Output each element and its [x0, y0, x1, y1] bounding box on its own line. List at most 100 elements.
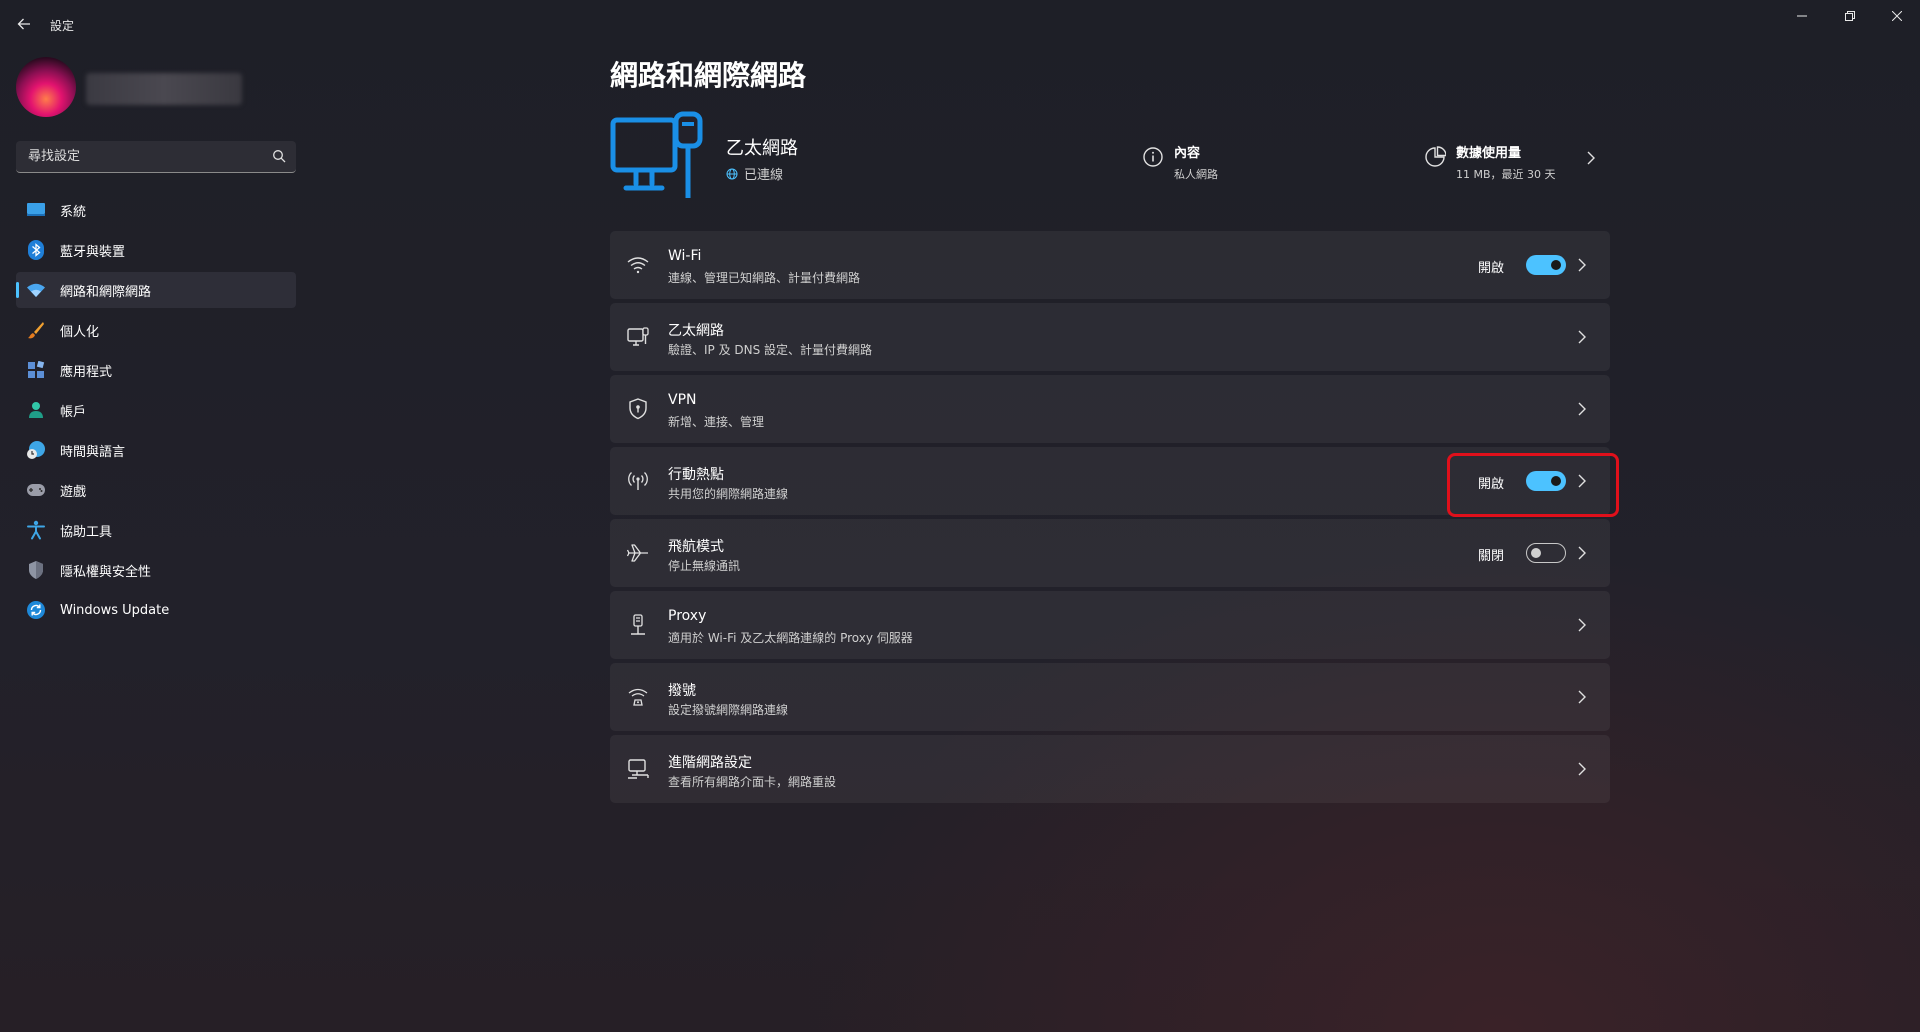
proxy-icon [631, 614, 645, 635]
shield-icon [26, 560, 46, 580]
sidebar-item-privacy-security[interactable]: 隱私權與安全性 [16, 552, 296, 588]
setting-row-advanced-network[interactable]: 進階網路設定 查看所有網路介面卡，網路重設 [610, 735, 1610, 803]
sidebar-item-label: 帳戶 [60, 404, 87, 420]
sidebar-item-label: 遊戲 [60, 484, 87, 500]
network-icon [26, 280, 46, 300]
sidebar-item-time-language[interactable]: 時間與語言 [16, 432, 296, 468]
chevron-right-icon[interactable] [1574, 327, 1590, 347]
setting-row-ethernet[interactable]: 乙太網路 驗證、IP 及 DNS 設定、計量付費網路 [610, 303, 1610, 371]
chevron-right-icon[interactable] [1574, 687, 1590, 707]
row-subtitle: 適用於 Wi-Fi 及乙太網路連線的 Proxy 伺服器 [668, 631, 913, 645]
data-usage-title: 數據使用量 [1456, 146, 1522, 161]
sidebar-item-apps[interactable]: 應用程式 [16, 352, 296, 388]
data-usage-icon [1425, 146, 1446, 167]
row-title: 進階網路設定 [668, 755, 752, 771]
settings-list: Wi-Fi 連線、管理已知網路、計量付費網路 開啟 乙太網路 驗證、IP 及 D… [610, 231, 1610, 807]
sidebar-item-personalization[interactable]: 個人化 [16, 312, 296, 348]
properties-title: 內容 [1174, 146, 1201, 161]
sidebar-item-label: 應用程式 [60, 364, 113, 380]
setting-row-proxy[interactable]: Proxy 適用於 Wi-Fi 及乙太網路連線的 Proxy 伺服器 [610, 591, 1610, 659]
windows-update-icon [26, 600, 46, 620]
setting-row-airplane-mode[interactable]: 飛航模式 停止無線通訊 關閉 [610, 519, 1610, 587]
row-title: 行動熱點 [668, 467, 724, 483]
title-bar: 設定 [0, 0, 1920, 48]
time-language-icon [26, 440, 46, 460]
restore-icon[interactable] [1827, 0, 1873, 32]
ethernet-icon [627, 327, 649, 346]
nav-list: 系統 藍牙與裝置 網路和網際網路 個人化 應用程式 帳戶 時間與語言 遊戲 協助… [16, 192, 296, 632]
setting-row-wifi[interactable]: Wi-Fi 連線、管理已知網路、計量付費網路 開啟 [610, 231, 1610, 299]
sidebar-item-windows-update[interactable]: Windows Update [16, 592, 296, 628]
properties-subtitle: 私人網路 [1174, 168, 1218, 181]
row-subtitle: 連線、管理已知網路、計量付費網路 [668, 271, 861, 285]
row-subtitle: 停止無線通訊 [668, 559, 741, 573]
toggle-state-label: 關閉 [1477, 549, 1504, 564]
gaming-icon [26, 480, 46, 500]
chevron-right-icon[interactable] [1574, 255, 1590, 275]
app-title: 設定 [50, 19, 75, 33]
row-subtitle: 設定撥號網際網路連線 [668, 703, 789, 717]
connection-name: 乙太網路 [726, 138, 798, 159]
chevron-right-icon[interactable] [1574, 615, 1590, 635]
row-title: 飛航模式 [668, 539, 724, 555]
row-title: 乙太網路 [668, 323, 724, 339]
sidebar-item-gaming[interactable]: 遊戲 [16, 472, 296, 508]
ethernet-monitor-icon [610, 111, 703, 198]
sidebar-item-label: Windows Update [60, 602, 170, 618]
apps-icon [26, 360, 46, 380]
back-arrow-icon[interactable] [12, 12, 36, 36]
sidebar-item-label: 協助工具 [60, 524, 113, 540]
setting-row-vpn[interactable]: VPN 新增、連接、管理 [610, 375, 1610, 443]
airplane-icon [626, 544, 648, 562]
toggle-state-label: 開啟 [1477, 261, 1504, 276]
close-icon[interactable] [1874, 0, 1920, 32]
chevron-right-icon[interactable] [1574, 543, 1590, 563]
sidebar-item-bluetooth[interactable]: 藍牙與裝置 [16, 232, 296, 268]
chevron-right-icon[interactable] [1586, 150, 1596, 169]
sidebar-item-accounts[interactable]: 帳戶 [16, 392, 296, 428]
row-subtitle: 新增、連接、管理 [668, 415, 765, 429]
sidebar-item-network[interactable]: 網路和網際網路 [16, 272, 296, 308]
connection-status-text: 已連線 [744, 168, 784, 183]
row-title: VPN [668, 392, 697, 408]
accessibility-icon [26, 520, 46, 540]
globe-icon [726, 168, 738, 179]
wifi-toggle[interactable] [1526, 255, 1566, 275]
brush-icon [26, 320, 46, 340]
highlight-annotation [1447, 453, 1619, 517]
info-icon [1143, 147, 1163, 167]
properties-link[interactable]: 內容 私人網路 [1142, 142, 1218, 182]
connection-header: 乙太網路 已連線 內容 私人網路 數據使用量 11 MB，最近 30 天 [610, 110, 1610, 210]
chevron-right-icon[interactable] [1574, 759, 1590, 779]
search-box[interactable] [16, 141, 296, 173]
row-subtitle: 查看所有網路介面卡，網路重設 [668, 775, 837, 789]
profile-name-redacted [86, 73, 242, 105]
minimize-icon[interactable] [1779, 0, 1825, 32]
data-usage-subtitle: 11 MB，最近 30 天 [1456, 168, 1556, 181]
search-icon[interactable] [272, 149, 286, 163]
advanced-network-icon [628, 759, 649, 779]
sidebar-item-label: 系統 [60, 204, 87, 220]
avatar[interactable] [16, 57, 76, 117]
airplane-mode-toggle[interactable] [1526, 543, 1566, 563]
account-icon [26, 400, 46, 420]
row-title: Proxy [668, 608, 707, 624]
toggle-knob [1531, 548, 1541, 558]
row-subtitle: 驗證、IP 及 DNS 設定、計量付費網路 [668, 343, 873, 357]
sidebar-item-accessibility[interactable]: 協助工具 [16, 512, 296, 548]
connection-status: 已連線 [726, 164, 783, 183]
sidebar-item-system[interactable]: 系統 [16, 192, 296, 228]
data-usage-link[interactable]: 數據使用量 11 MB，最近 30 天 [1424, 142, 1556, 182]
sidebar-item-label: 時間與語言 [60, 444, 126, 460]
user-profile[interactable] [16, 57, 296, 121]
setting-row-dial-up[interactable]: 撥號 設定撥號網際網路連線 [610, 663, 1610, 731]
page-title: 網路和網際網路 [610, 59, 807, 92]
search-input[interactable] [28, 141, 258, 172]
wifi-icon [627, 257, 649, 274]
chevron-right-icon[interactable] [1574, 399, 1590, 419]
bluetooth-icon [26, 240, 46, 260]
vpn-shield-icon [629, 398, 647, 420]
sidebar-item-label: 網路和網際網路 [60, 284, 152, 300]
dialup-icon [628, 688, 648, 706]
row-subtitle: 共用您的網際網路連線 [668, 487, 789, 501]
